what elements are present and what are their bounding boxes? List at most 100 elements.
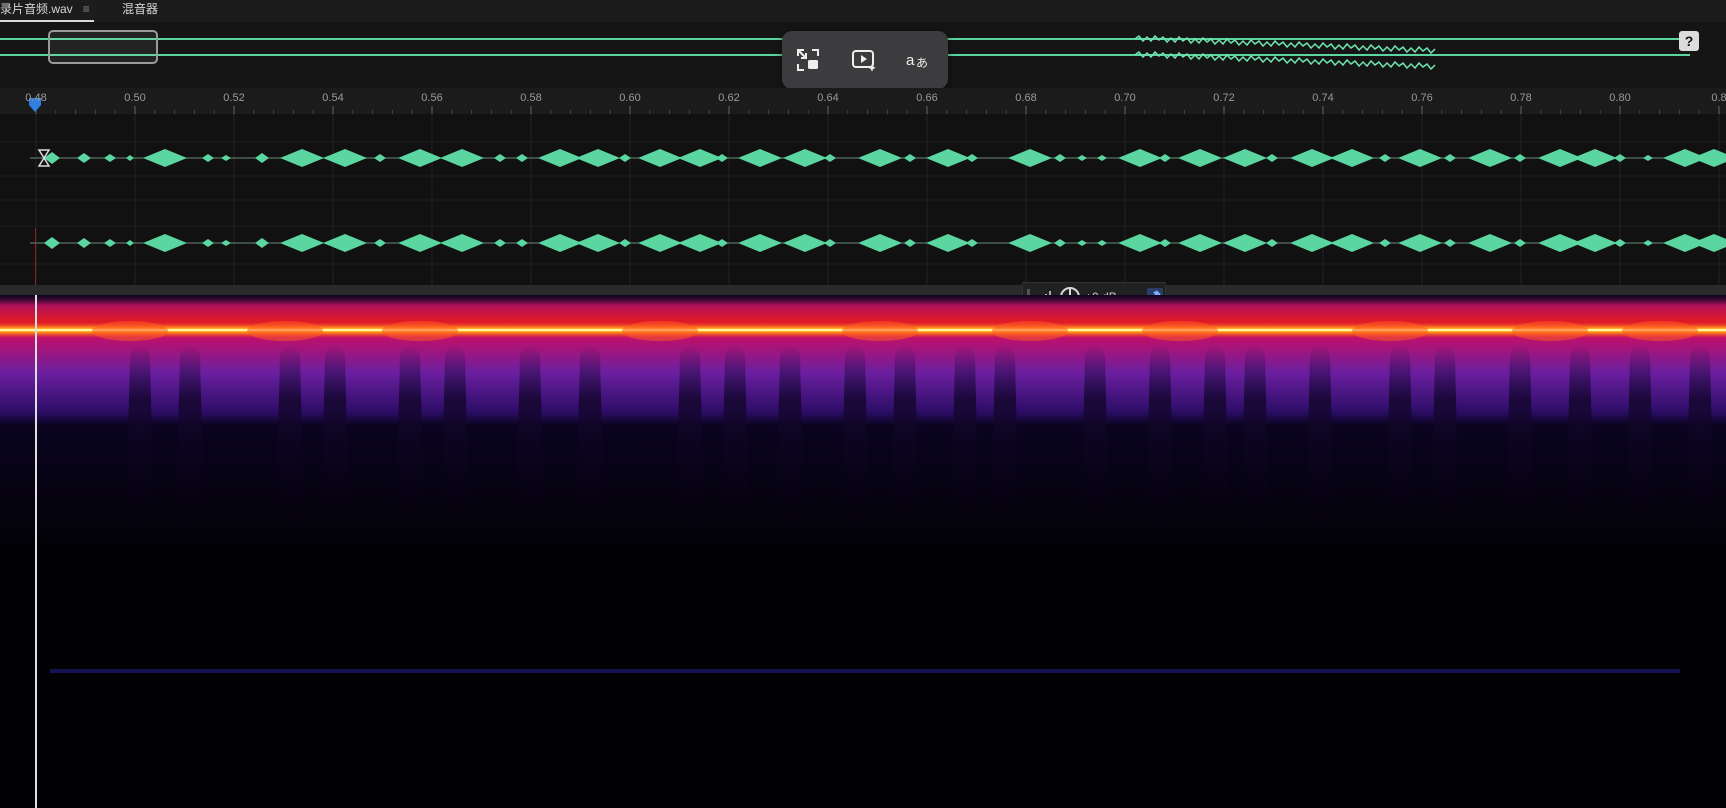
tab-bar: 录片音频.wav ≡ 混音器 xyxy=(0,0,1726,22)
waveform-pulse xyxy=(824,239,836,247)
waveform-pulse xyxy=(398,234,442,252)
ruler-label: 0.62 xyxy=(718,92,740,104)
ruler-label: 0.68 xyxy=(1015,92,1037,104)
ruler-label: 0.8 xyxy=(1711,92,1726,104)
ruler-label: 0.76 xyxy=(1411,92,1433,104)
ruler-label: 0.50 xyxy=(124,92,146,104)
waveform-pulse xyxy=(494,154,506,162)
waveform-pulse xyxy=(1054,239,1066,247)
tab-mixer[interactable]: 混音器 xyxy=(122,0,158,20)
waveform-pulse xyxy=(1398,234,1442,252)
waveform-pulse xyxy=(1178,234,1222,252)
ruler-label: 0.56 xyxy=(421,92,443,104)
waveform-pulse xyxy=(1330,149,1374,167)
waveform-pulse xyxy=(858,234,902,252)
ruler-label: 0.58 xyxy=(520,92,542,104)
spectro-gap xyxy=(1241,345,1269,535)
waveform-pulse xyxy=(1097,240,1107,246)
waveform-pulse xyxy=(1077,240,1087,246)
waveform-pulse xyxy=(255,153,269,163)
help-icon[interactable]: ? xyxy=(1679,31,1699,51)
waveform-pulse xyxy=(1008,149,1052,167)
overview-viewport-handle[interactable] xyxy=(48,30,158,64)
play-sparkle-icon xyxy=(852,50,876,72)
waveform-pulse xyxy=(1290,234,1334,252)
exit-pip-button[interactable] xyxy=(792,44,824,76)
waveform-pulse xyxy=(926,234,970,252)
waveform-pulse xyxy=(1514,239,1526,247)
ruler-label: 0.64 xyxy=(817,92,839,104)
svg-text:あ: あ xyxy=(916,56,928,70)
waveform-pulse xyxy=(858,149,902,167)
waveform-pulse xyxy=(1159,239,1171,247)
waveform-pulse xyxy=(1444,154,1456,162)
waveform-pulse xyxy=(221,240,231,246)
spectro-gap xyxy=(841,345,869,535)
spectro-hotspot xyxy=(92,321,168,341)
ruler-label: 0.80 xyxy=(1609,92,1631,104)
waveform-pulse xyxy=(398,149,442,167)
waveform-pulse xyxy=(77,238,91,248)
waveform-pulse xyxy=(1159,154,1171,162)
tab-audio-file[interactable]: 录片音频.wav ≡ xyxy=(0,0,94,22)
waveform-pulse xyxy=(738,234,782,252)
waveform-pulse xyxy=(619,154,631,162)
waveform-pulse xyxy=(966,154,978,162)
waveform-pulse xyxy=(1266,154,1278,162)
waveform-pulse xyxy=(44,237,60,249)
hourglass-icon[interactable] xyxy=(37,148,51,168)
spectro-gap xyxy=(1626,345,1654,535)
spectro-hotspot xyxy=(1142,321,1218,341)
waveform-pulse xyxy=(966,239,978,247)
spectrogram-image xyxy=(0,295,1726,808)
spectro-hotspot xyxy=(1512,321,1588,341)
spectro-gap xyxy=(396,345,424,535)
waveform-panel[interactable] xyxy=(0,114,1726,399)
waveform-pulse xyxy=(638,234,682,252)
spectro-gap xyxy=(1386,345,1414,535)
spectro-gap xyxy=(516,345,544,535)
waveform-pulse xyxy=(1097,155,1107,161)
translate-button[interactable]: a あ xyxy=(902,44,934,76)
waveform-pulse xyxy=(926,149,970,167)
waveform-pulse xyxy=(221,155,231,161)
spectro-hotspot xyxy=(1622,321,1698,341)
ruler-label: 0.54 xyxy=(322,92,344,104)
spectro-gap xyxy=(126,345,154,535)
floating-toolbar: a あ xyxy=(782,31,948,89)
waveform-pulse xyxy=(576,149,620,167)
tab-menu-icon[interactable]: ≡ xyxy=(83,2,90,16)
waveform-pulse xyxy=(1008,234,1052,252)
waveform-pulse xyxy=(494,239,506,247)
waveform-pulse xyxy=(619,239,631,247)
waveform-pulse xyxy=(783,149,827,167)
tab-audio-file-label: 录片音频.wav xyxy=(0,2,73,16)
exit-pip-icon xyxy=(797,49,819,71)
spectro-hotspot xyxy=(382,321,458,341)
spectrogram-panel[interactable] xyxy=(0,295,1726,808)
waveform-pulse xyxy=(104,154,116,162)
waveform-pulse xyxy=(1468,234,1512,252)
waveform-pulse xyxy=(538,149,582,167)
tab-mixer-label: 混音器 xyxy=(122,2,159,16)
waveform-pulse xyxy=(1692,234,1726,252)
ruler-label: 0.60 xyxy=(619,92,641,104)
waveform-pulse xyxy=(440,234,484,252)
waveform-pulse xyxy=(1077,155,1087,161)
spectro-gap xyxy=(676,345,704,535)
waveform-pulse xyxy=(638,149,682,167)
ruler-label: 0.66 xyxy=(916,92,938,104)
waveform-pulse xyxy=(738,149,782,167)
ruler-label: 0.70 xyxy=(1114,92,1136,104)
waveform-pulse xyxy=(104,239,116,247)
spectro-hotspot xyxy=(1352,321,1428,341)
waveform-pulse xyxy=(126,155,134,161)
waveform-pulse xyxy=(255,238,269,248)
ai-play-button[interactable] xyxy=(848,44,880,76)
waveform-pulse xyxy=(716,154,728,162)
waveform-pulse xyxy=(374,239,386,247)
waveform-pulse xyxy=(1398,149,1442,167)
time-ruler[interactable]: 0.48 0.50 0.52 0.54 0.56 0.58 0.60 0.62 0.64 0.66… xyxy=(0,88,1726,114)
panel-divider[interactable] xyxy=(0,285,1726,295)
waveform-pulse xyxy=(1614,154,1626,162)
